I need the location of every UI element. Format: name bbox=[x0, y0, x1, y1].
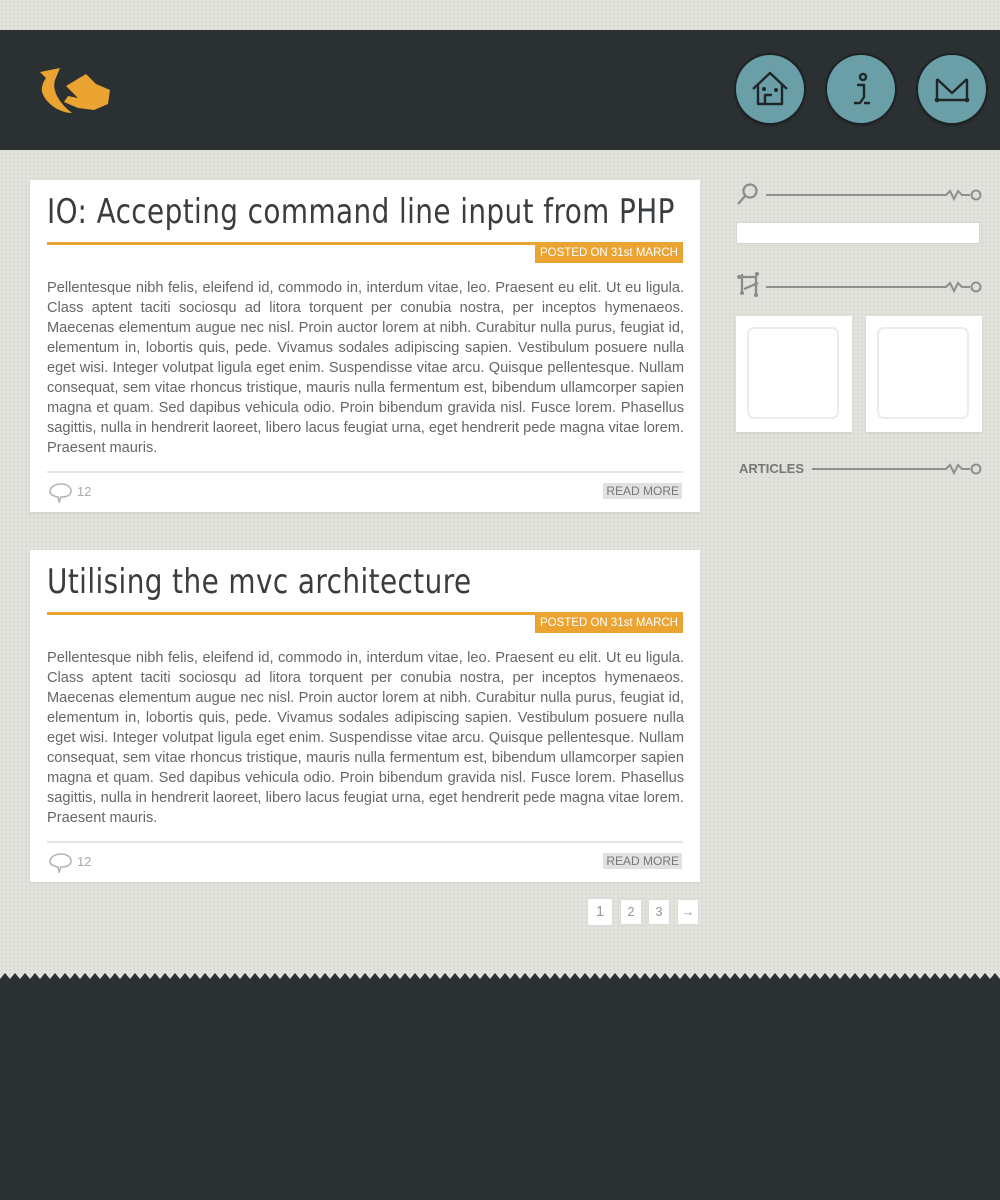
posted-date-badge: POSTED ON 31st MARCH bbox=[534, 614, 683, 633]
page-1-button[interactable]: 1 bbox=[587, 898, 613, 926]
comment-icon[interactable] bbox=[47, 851, 73, 873]
post-card: Utilising the mvc architecture POSTED ON… bbox=[30, 550, 700, 882]
thumbnail-placeholder bbox=[747, 327, 839, 419]
site-footer bbox=[0, 985, 1000, 1200]
post-title[interactable]: Utilising the mvc architecture bbox=[47, 562, 472, 602]
post-divider bbox=[47, 471, 683, 473]
gallery-divider-line bbox=[766, 281, 982, 294]
search-divider-line bbox=[766, 189, 982, 202]
post-title[interactable]: IO: Accepting command line input from PH… bbox=[47, 192, 675, 232]
articles-heading: ARTICLES bbox=[739, 461, 804, 476]
search-input[interactable] bbox=[736, 222, 980, 244]
gallery-thumbnail[interactable] bbox=[736, 316, 852, 432]
info-icon bbox=[854, 72, 870, 105]
nav-mail-button[interactable] bbox=[918, 55, 986, 123]
footer-zigzag-edge bbox=[0, 973, 1000, 986]
comment-count[interactable]: 12 bbox=[77, 484, 91, 499]
read-more-button[interactable]: READ MORE bbox=[603, 853, 682, 869]
read-more-button[interactable]: READ MORE bbox=[603, 483, 682, 499]
post-card: IO: Accepting command line input from PH… bbox=[30, 180, 700, 512]
logo-icon[interactable] bbox=[38, 66, 114, 120]
comment-icon[interactable] bbox=[47, 481, 73, 503]
home-icon bbox=[752, 71, 788, 106]
posted-date-badge: POSTED ON 31st MARCH bbox=[534, 244, 683, 263]
mail-icon bbox=[934, 78, 970, 103]
search-icon bbox=[737, 183, 758, 205]
nav-info-button[interactable] bbox=[827, 55, 895, 123]
next-page-button[interactable]: → bbox=[677, 899, 699, 925]
post-divider bbox=[47, 841, 683, 843]
post-body: Pellentesque nibh felis, eleifend id, co… bbox=[47, 650, 684, 826]
articles-divider-line bbox=[812, 463, 982, 476]
page-2-button[interactable]: 2 bbox=[620, 899, 642, 925]
page-3-button[interactable]: 3 bbox=[648, 899, 670, 925]
site-header bbox=[0, 30, 1000, 150]
post-body: Pellentesque nibh felis, eleifend id, co… bbox=[47, 280, 684, 456]
nav-home-button[interactable] bbox=[736, 55, 804, 123]
gallery-thumbnail[interactable] bbox=[866, 316, 982, 432]
thumbnail-placeholder bbox=[877, 327, 969, 419]
comment-count[interactable]: 12 bbox=[77, 854, 91, 869]
crop-icon bbox=[737, 272, 759, 297]
